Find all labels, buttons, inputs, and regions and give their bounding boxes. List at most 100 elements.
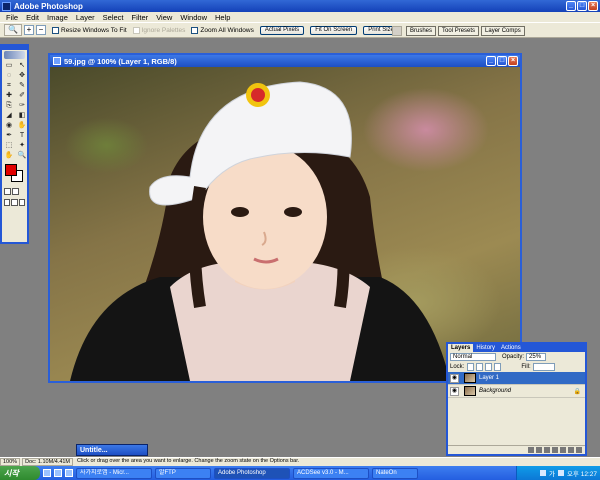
doc-close-button[interactable]: × [508, 56, 518, 66]
task-button-acdsee[interactable]: ACDSee v3.0 - M... [293, 467, 369, 479]
menu-filter[interactable]: Filter [128, 13, 153, 22]
standard-screen-icon[interactable] [4, 199, 11, 206]
layer-row-background[interactable]: ◉ Background 🔒 [448, 385, 585, 398]
layer-style-icon[interactable] [536, 447, 542, 453]
file-browser-icon[interactable] [392, 26, 402, 36]
path-selection-tool-icon[interactable]: ✒ [3, 131, 15, 140]
zoom-level-field[interactable]: 100% [0, 458, 21, 466]
fit-on-screen-button[interactable]: Fit On Screen [310, 25, 358, 35]
zoom-in-icon[interactable]: + [24, 25, 34, 35]
dodge-tool-icon[interactable]: ✋ [16, 121, 28, 130]
close-button[interactable]: × [588, 1, 598, 11]
maximize-button[interactable]: □ [577, 1, 587, 11]
checkbox-icon [132, 26, 140, 34]
doc-maximize-button[interactable]: □ [497, 56, 507, 66]
trash-icon[interactable] [576, 447, 582, 453]
menu-select[interactable]: Select [99, 13, 128, 22]
menu-help[interactable]: Help [211, 13, 234, 22]
tray-volume-icon[interactable] [557, 470, 564, 476]
foreground-color-swatch[interactable] [5, 164, 17, 176]
tab-actions[interactable]: Actions [498, 344, 524, 352]
layer-mask-icon[interactable] [544, 447, 550, 453]
opacity-label: Opacity: [502, 354, 525, 360]
task-button-photoshop[interactable]: Adobe Photoshop [214, 467, 290, 479]
clock[interactable]: 오후 12:27 [567, 468, 597, 478]
hand-tool-icon[interactable]: ✋ [3, 151, 15, 160]
start-button[interactable]: 시작 [0, 466, 40, 480]
document-size-info[interactable]: Doc: 1.10M/4.41M [22, 458, 74, 466]
lock-transparent-icon[interactable] [467, 363, 475, 371]
layer-set-icon[interactable] [552, 447, 558, 453]
zoom-all-windows-checkbox[interactable]: Zoom All Windows [191, 26, 254, 34]
document-title: 59.jpg @ 100% (Layer 1, RGB/8) [64, 56, 177, 66]
zoom-tool-icon[interactable]: 🔍 [16, 151, 28, 160]
tool-grid: ▭ ↖ ◌ ✥ ⌗ ✎ ✚ ✐ ⎘ ✑ ◢ ◧ ◉ ✋ ✒ T ⬚ ✦ ✋ 🔍 [2, 60, 27, 161]
menu-file[interactable]: File [2, 13, 22, 22]
lasso-tool-icon[interactable]: ◌ [3, 71, 15, 80]
fill-input[interactable] [532, 363, 555, 371]
doc-minimize-button[interactable]: _ [486, 56, 496, 66]
opacity-input[interactable]: 25% [526, 353, 547, 361]
history-brush-tool-icon[interactable]: ✑ [16, 101, 28, 110]
lock-all-icon[interactable] [494, 363, 502, 371]
image-canvas[interactable] [50, 67, 520, 381]
brush-tool-icon[interactable]: ✐ [16, 91, 28, 100]
new-layer-icon[interactable] [568, 447, 574, 453]
clone-stamp-tool-icon[interactable]: ⎘ [3, 101, 15, 110]
layer-name: Background [479, 388, 512, 394]
tab-layer-comps[interactable]: Layer Comps [481, 26, 525, 36]
zoom-out-icon[interactable]: − [36, 25, 46, 35]
task-button-nateon[interactable]: NateOn [372, 467, 418, 479]
standard-mode-icon[interactable] [4, 188, 11, 195]
quick-launch-media-icon[interactable] [65, 469, 73, 477]
tab-brushes[interactable]: Brushes [406, 26, 437, 36]
move-tool-icon[interactable]: ↖ [16, 61, 28, 70]
healing-brush-tool-icon[interactable]: ✚ [3, 91, 15, 100]
document-title-bar[interactable]: 59.jpg @ 100% (Layer 1, RGB/8) _ □ × [50, 55, 520, 67]
marquee-tool-icon[interactable]: ▭ [3, 61, 15, 70]
pen-tool-icon[interactable]: ⬚ [3, 141, 15, 150]
full-screen-icon[interactable] [18, 199, 25, 206]
link-layers-icon[interactable] [528, 447, 534, 453]
menu-window[interactable]: Window [176, 13, 211, 22]
gradient-tool-icon[interactable]: ◧ [16, 111, 28, 120]
eye-icon[interactable]: ◉ [450, 373, 459, 383]
lock-row: Lock: Fill: [448, 362, 585, 372]
tray-app-icon[interactable] [539, 470, 546, 476]
crop-tool-icon[interactable]: ⌗ [3, 81, 15, 90]
menu-view[interactable]: View [152, 13, 176, 22]
zoom-tool-icon[interactable]: 🔍 [4, 24, 22, 36]
ime-language-indicator[interactable]: 가 [549, 468, 555, 478]
tab-history[interactable]: History [473, 344, 498, 352]
adjustment-layer-icon[interactable] [560, 447, 566, 453]
full-screen-menu-icon[interactable] [11, 199, 18, 206]
resize-windows-checkbox[interactable]: Resize Windows To Fit [52, 26, 127, 34]
eye-icon[interactable]: ◉ [450, 386, 459, 396]
adobe-feather-icon[interactable] [4, 51, 25, 59]
slice-tool-icon[interactable]: ✎ [16, 81, 28, 90]
menu-edit[interactable]: Edit [22, 13, 43, 22]
tab-tool-presets[interactable]: Tool Presets [438, 26, 480, 36]
layer-row-layer-1[interactable]: ◉ Layer 1 [448, 372, 585, 385]
task-button-word[interactable]: 사가지로앱 - Micr... [76, 467, 152, 479]
blur-tool-icon[interactable]: ◉ [3, 121, 15, 130]
task-button-ftp[interactable]: 알FTP [155, 467, 211, 479]
minimize-button[interactable]: _ [566, 1, 576, 11]
eraser-tool-icon[interactable]: ◢ [3, 111, 15, 120]
lock-image-icon[interactable] [476, 363, 484, 371]
actual-pixels-button[interactable]: Actual Pixels [259, 25, 305, 35]
quick-launch-ie-icon[interactable] [54, 469, 62, 477]
magic-wand-tool-icon[interactable]: ✥ [16, 71, 28, 80]
layers-footer [448, 445, 585, 454]
quick-mask-mode-icon[interactable] [12, 188, 19, 195]
blend-mode-select[interactable]: Normal [450, 353, 496, 361]
minimized-document-window[interactable]: Untitle... [76, 444, 148, 456]
lock-position-icon[interactable] [485, 363, 493, 371]
tab-layers[interactable]: Layers [448, 344, 474, 352]
menu-image[interactable]: Image [43, 13, 72, 22]
shape-tool-icon[interactable]: ✦ [16, 141, 28, 150]
menu-layer[interactable]: Layer [72, 13, 99, 22]
ignore-palettes-checkbox[interactable]: Ignore Palettes [132, 26, 185, 34]
type-tool-icon[interactable]: T [16, 131, 28, 140]
quick-launch-desktop-icon[interactable] [43, 469, 51, 477]
